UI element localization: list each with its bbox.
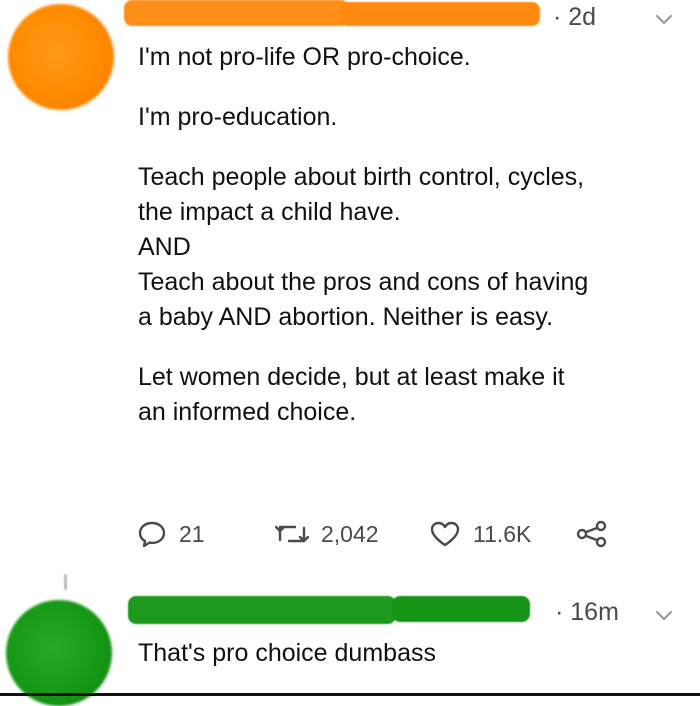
tweet: · 2d I'm not pro-life OR pro-choice. I'm… bbox=[0, 0, 700, 560]
handle-redaction bbox=[340, 2, 540, 26]
tweet-line: AND bbox=[138, 233, 191, 261]
retweet-count: 2,042 bbox=[321, 520, 379, 547]
tweet-timestamp[interactable]: · 2d bbox=[553, 3, 596, 32]
tweet-line: a baby AND abortion. Neither is easy. bbox=[138, 303, 554, 331]
handle-redaction bbox=[392, 596, 530, 622]
like-button[interactable]: 11.6K bbox=[429, 520, 531, 548]
retweet-icon bbox=[275, 525, 309, 543]
retweet-button[interactable]: 2,042 bbox=[275, 520, 379, 548]
username-redaction bbox=[124, 0, 349, 26]
tweet-body: I'm not pro-life OR pro-choice. I'm pro-… bbox=[138, 40, 688, 430]
tweet-line: Let women decide, but at least make it bbox=[138, 363, 565, 391]
tweet-line: Teach people about birth control, cycles… bbox=[138, 163, 585, 191]
reply-button[interactable]: 21 bbox=[137, 520, 205, 548]
reply-body: That's pro choice dumbass bbox=[138, 639, 436, 667]
username-redaction bbox=[128, 596, 396, 624]
reply-timestamp[interactable]: · 16m bbox=[555, 598, 619, 627]
tweet-line: I'm pro-education. bbox=[138, 103, 338, 131]
chevron-down-icon[interactable] bbox=[655, 610, 673, 622]
like-count: 11.6K bbox=[473, 520, 532, 547]
heart-icon bbox=[430, 521, 460, 547]
speech-bubble-icon bbox=[138, 521, 166, 548]
avatar-redacted[interactable] bbox=[8, 4, 114, 110]
tweet-actions: 21 2,042 11.6K bbox=[0, 520, 700, 556]
tweet-line: Teach about the pros and cons of having bbox=[138, 268, 589, 296]
share-icon bbox=[576, 520, 607, 548]
share-button[interactable] bbox=[575, 520, 609, 548]
thread-line bbox=[64, 574, 67, 590]
tweet-line: the impact a child have. bbox=[138, 198, 401, 226]
reply-tweet: · 16m That's pro choice dumbass bbox=[0, 570, 700, 706]
reply-count: 21 bbox=[179, 520, 205, 547]
tweet-line: I'm not pro-life OR pro-choice. bbox=[138, 43, 471, 71]
avatar-redacted[interactable] bbox=[6, 600, 112, 706]
tweet-line: an informed choice. bbox=[138, 398, 357, 426]
chevron-down-icon[interactable] bbox=[655, 14, 673, 26]
